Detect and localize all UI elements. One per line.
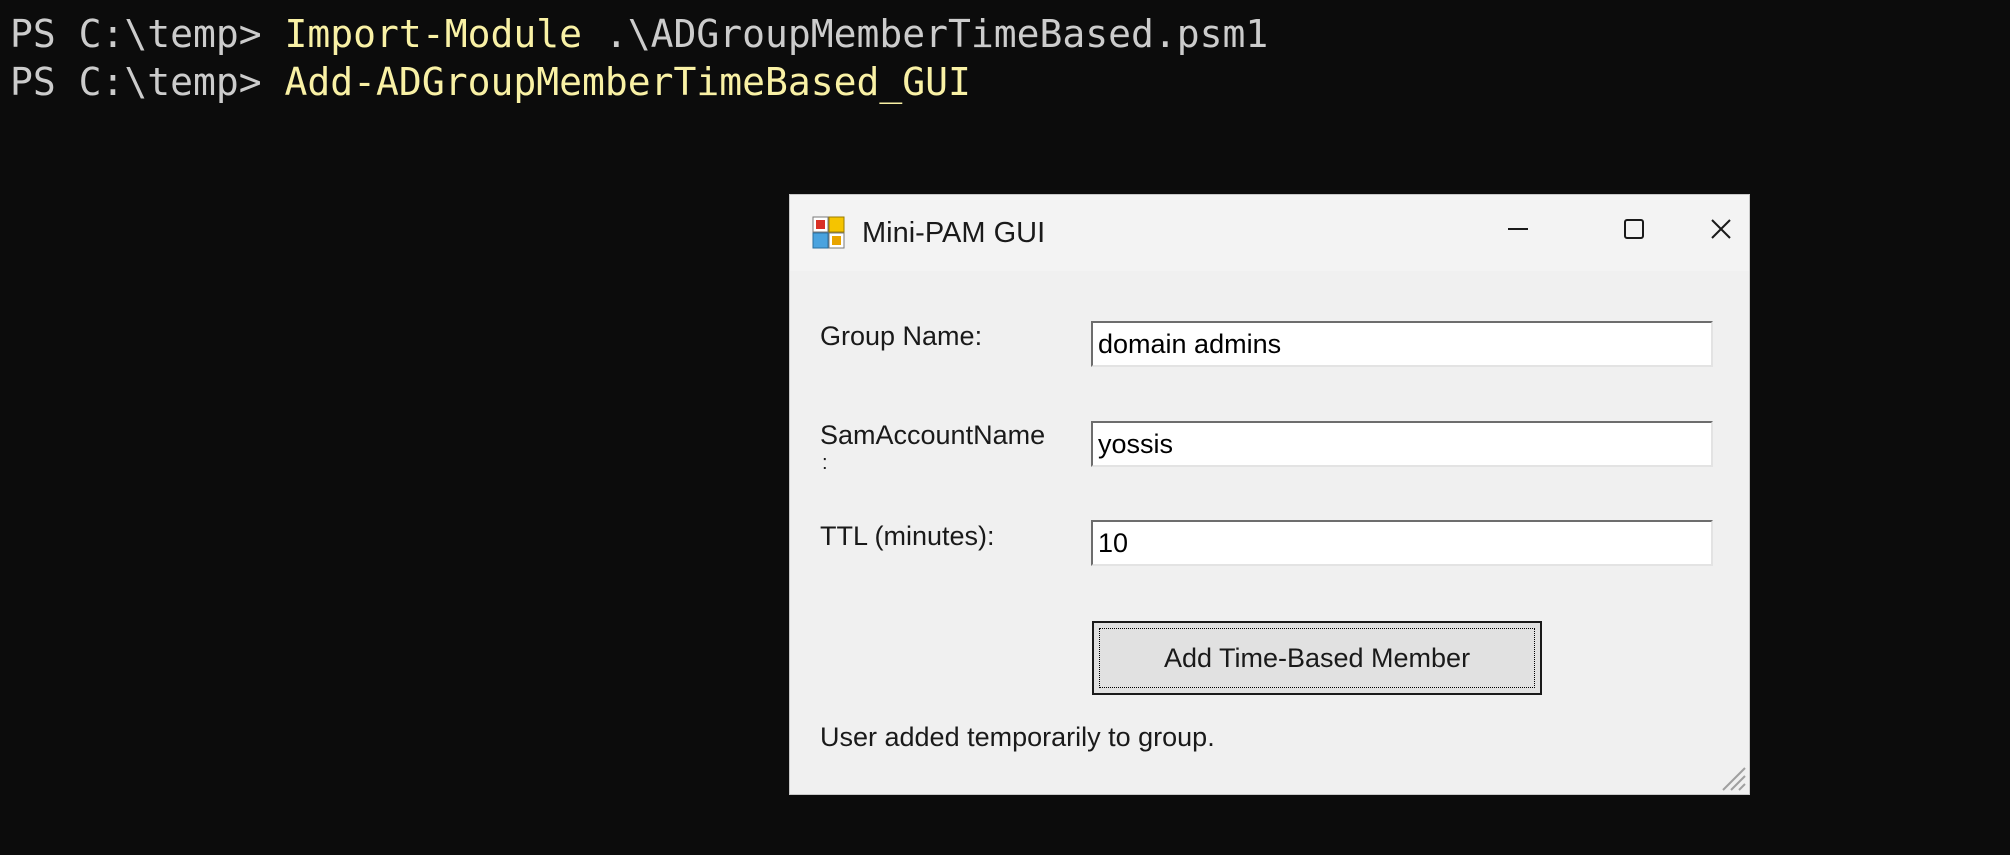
terminal-argument: .\ADGroupMemberTimeBased.psm1 <box>581 12 1269 56</box>
terminal-command: Import-Module <box>284 12 582 56</box>
status-message: User added temporarily to group. <box>820 722 1215 752</box>
maximize-icon <box>1622 217 1646 246</box>
samaccountname-label-tail: : <box>822 452 828 474</box>
ttl-label: TTL (minutes): <box>820 521 995 551</box>
terminal-line-2: PS C:\temp> Add-ADGroupMemberTimeBased_G… <box>10 58 971 106</box>
maximize-button[interactable] <box>1576 195 1692 267</box>
close-button[interactable] <box>1692 195 1750 267</box>
resize-grip-icon[interactable] <box>1717 762 1747 792</box>
terminal-command: Add-ADGroupMemberTimeBased_GUI <box>284 60 971 104</box>
group-name-label: Group Name: <box>820 321 983 351</box>
close-icon <box>1709 217 1733 246</box>
add-time-based-member-button[interactable]: Add Time-Based Member <box>1092 621 1542 695</box>
terminal-prompt: PS C:\temp> <box>10 12 285 56</box>
minimize-icon <box>1506 217 1530 246</box>
samaccountname-input[interactable] <box>1091 421 1713 467</box>
samaccountname-label: SamAccountName <box>820 420 1046 450</box>
title-bar[interactable]: Mini-PAM GUI <box>790 195 1749 271</box>
focus-rectangle <box>1099 628 1535 688</box>
terminal-line-1: PS C:\temp> Import-Module .\ADGroupMembe… <box>10 10 1268 58</box>
minimize-button[interactable] <box>1460 195 1576 267</box>
mini-pam-window: Mini-PAM GUI Group Name: SamAccountName … <box>789 194 1750 795</box>
ttl-input[interactable] <box>1091 520 1713 566</box>
app-icon[interactable] <box>812 216 846 250</box>
group-name-input[interactable] <box>1091 321 1713 367</box>
window-title: Mini-PAM GUI <box>862 217 1046 249</box>
terminal-prompt: PS C:\temp> <box>10 60 285 104</box>
